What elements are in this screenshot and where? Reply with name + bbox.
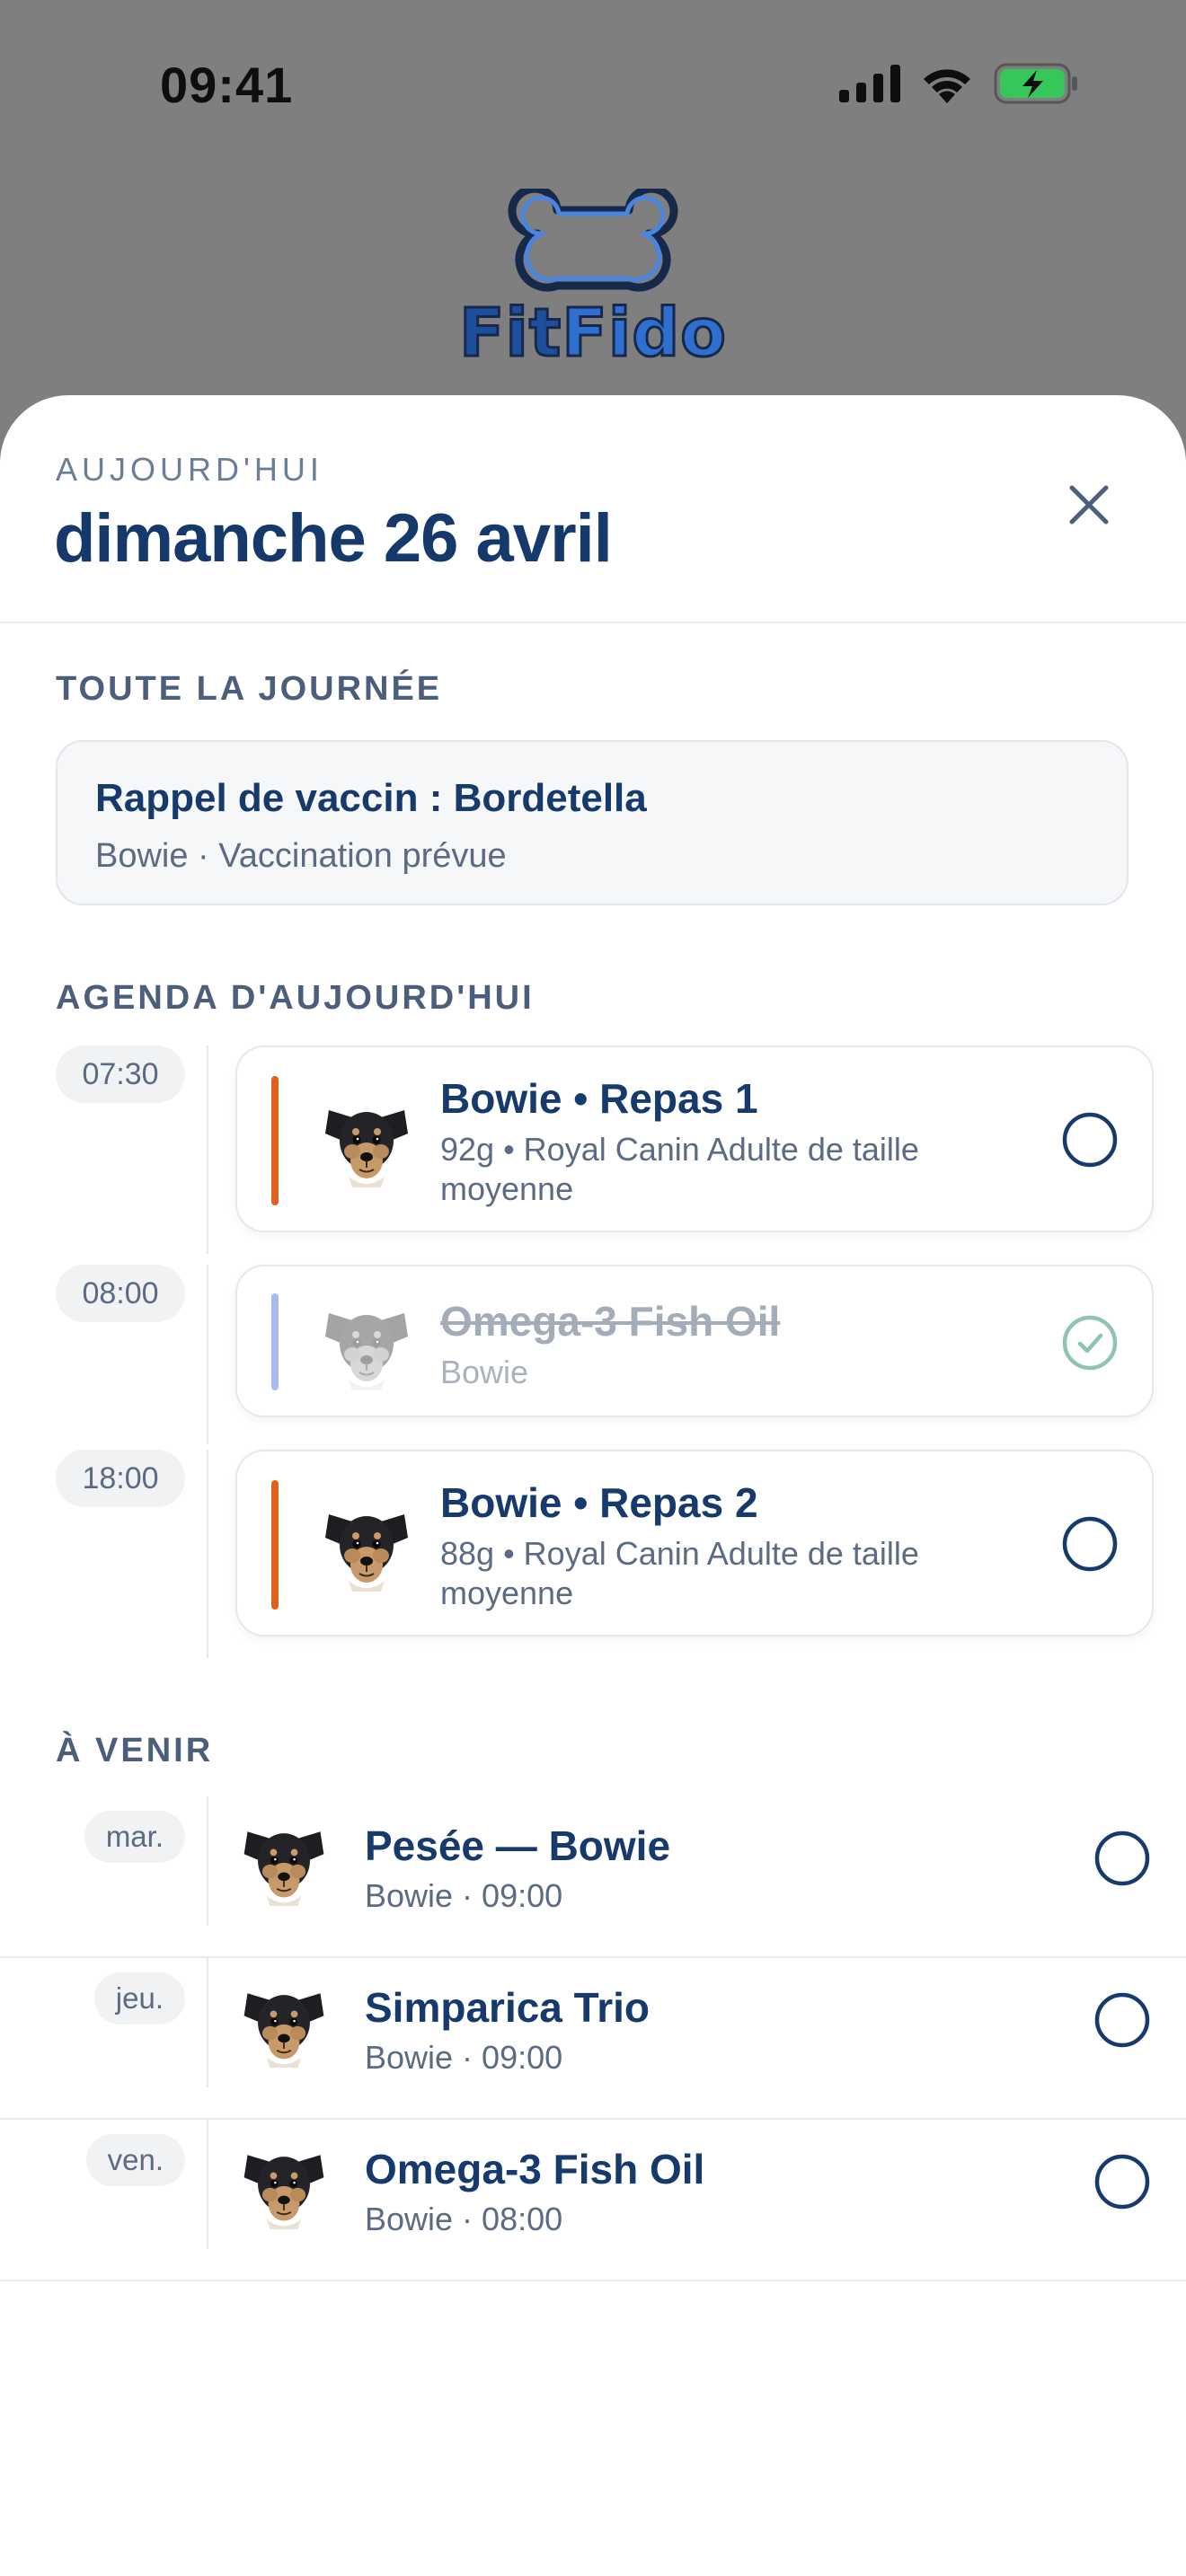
sheet-title: dimanche 26 avril <box>54 500 613 577</box>
upcoming-item-title: Pesée — Bowie <box>365 1822 671 1869</box>
complete-toggle-circle-icon[interactable] <box>1094 1831 1150 1886</box>
cellular-signal-icon <box>839 65 900 102</box>
all-day-section-label: TOUTE LA JOURNÉE <box>56 670 443 708</box>
sheet-eyebrow: AUJOURD'HUI <box>56 451 323 488</box>
wifi-icon <box>924 69 970 103</box>
agenda-card-omega3[interactable]: Omega-3 Fish Oil Bowie <box>235 1265 1154 1417</box>
completed-check-icon[interactable] <box>1062 1315 1118 1371</box>
all-day-event-title: Rappel de vaccin : Bordetella <box>95 776 647 820</box>
complete-toggle-circle-icon[interactable] <box>1094 2154 1150 2210</box>
agenda-card-meal-1[interactable]: Bowie • Repas 1 92g • Royal Canin Adulte… <box>235 1045 1154 1232</box>
battery-charging-icon <box>994 63 1077 104</box>
timeline-rail <box>207 1796 208 1926</box>
agenda-item: 07:30 Bowie • Repas 1 92g • Royal Canin … <box>0 1045 1186 1270</box>
time-pill: 07:30 <box>56 1045 185 1103</box>
agenda-card-subtitle: 88g • Royal Canin Adulte de taille moyen… <box>440 1535 919 1611</box>
agenda-section-label: AGENDA D'AUJOURD'HUI <box>56 979 535 1017</box>
upcoming-item-subtitle: Bowie · 09:00 <box>365 2039 563 2076</box>
agenda-item: 08:00 Omega-3 Fish Oil Bowie <box>0 1265 1186 1468</box>
upcoming-item-subtitle: Bowie · 09:00 <box>365 1877 563 1914</box>
close-button[interactable] <box>1051 467 1127 543</box>
complete-toggle-circle-icon[interactable] <box>1094 1992 1150 2048</box>
status-bar: 09:41 <box>0 0 1186 180</box>
timeline-rail <box>207 1045 208 1254</box>
dog-avatar-icon <box>316 1293 417 1394</box>
upcoming-item-subtitle: Bowie · 08:00 <box>365 2201 563 2237</box>
upcoming-list: mar. Pesée — Bowie Bowie · 09:00 jeu. Si… <box>0 1796 1186 2281</box>
bone-icon <box>508 189 678 292</box>
agenda-item: 18:00 Bowie • Repas 2 88g • Royal Canin … <box>0 1450 1186 1674</box>
timeline-rail <box>207 1450 208 1658</box>
close-icon <box>1069 485 1109 525</box>
upcoming-item[interactable]: mar. Pesée — Bowie Bowie · 09:00 <box>0 1796 1186 1958</box>
day-pill: jeu. <box>93 1972 185 2025</box>
agenda-card-subtitle: Bowie <box>440 1354 529 1390</box>
complete-toggle-circle-icon[interactable] <box>1062 1112 1118 1168</box>
upcoming-section-label: À VENIR <box>56 1732 214 1769</box>
complete-toggle-circle-icon[interactable] <box>1062 1516 1118 1572</box>
day-pill: mar. <box>84 1811 185 1863</box>
agenda-card-meal-2[interactable]: Bowie • Repas 2 88g • Royal Canin Adulte… <box>235 1450 1154 1636</box>
status-icons <box>839 63 1078 104</box>
agenda-card-title: Bowie • Repas 2 <box>440 1479 758 1526</box>
agenda-card-subtitle: 92g • Royal Canin Adulte de taille moyen… <box>440 1131 919 1207</box>
time-pill: 08:00 <box>56 1265 185 1322</box>
logo-fit: Fit <box>457 294 562 374</box>
day-pill: ven. <box>85 2134 185 2186</box>
accent-bar <box>271 1480 279 1610</box>
upcoming-item-title: Omega-3 Fish Oil <box>365 2146 705 2192</box>
upcoming-item[interactable]: jeu. Simparica Trio Bowie · 09:00 <box>0 1958 1186 2120</box>
accent-bar <box>271 1293 279 1390</box>
all-day-event-card[interactable]: Rappel de vaccin : Bordetella Bowie · Va… <box>56 740 1128 905</box>
upcoming-item-title: Simparica Trio <box>365 1984 651 2031</box>
dog-avatar-icon <box>235 2136 332 2233</box>
time-pill: 18:00 <box>56 1450 185 1507</box>
agenda-card-title: Omega-3 Fish Oil <box>440 1298 781 1345</box>
day-detail-sheet: AUJOURD'HUI dimanche 26 avril TOUTE LA J… <box>0 395 1186 2576</box>
timeline-rail <box>207 2120 208 2249</box>
agenda-card-title: Bowie • Repas 1 <box>440 1075 758 1122</box>
upcoming-item[interactable]: ven. Omega-3 Fish Oil Bowie · 08:00 <box>0 2120 1186 2281</box>
all-day-event-subtitle: Bowie · Vaccination prévue <box>95 837 507 875</box>
status-time: 09:41 <box>160 57 294 113</box>
logo-wordmark: FitFido <box>457 294 728 374</box>
dog-avatar-icon <box>235 1974 332 2071</box>
timeline-rail <box>207 1958 208 2087</box>
accent-bar <box>271 1076 279 1205</box>
dog-avatar-icon <box>316 1495 417 1595</box>
sheet-header: AUJOURD'HUI dimanche 26 avril <box>0 395 1186 623</box>
logo-fido: Fido <box>561 294 728 374</box>
dog-avatar-icon <box>316 1090 417 1191</box>
app-logo: FitFido <box>457 189 728 377</box>
dog-avatar-icon <box>235 1813 332 1910</box>
timeline-rail <box>207 1265 208 1444</box>
